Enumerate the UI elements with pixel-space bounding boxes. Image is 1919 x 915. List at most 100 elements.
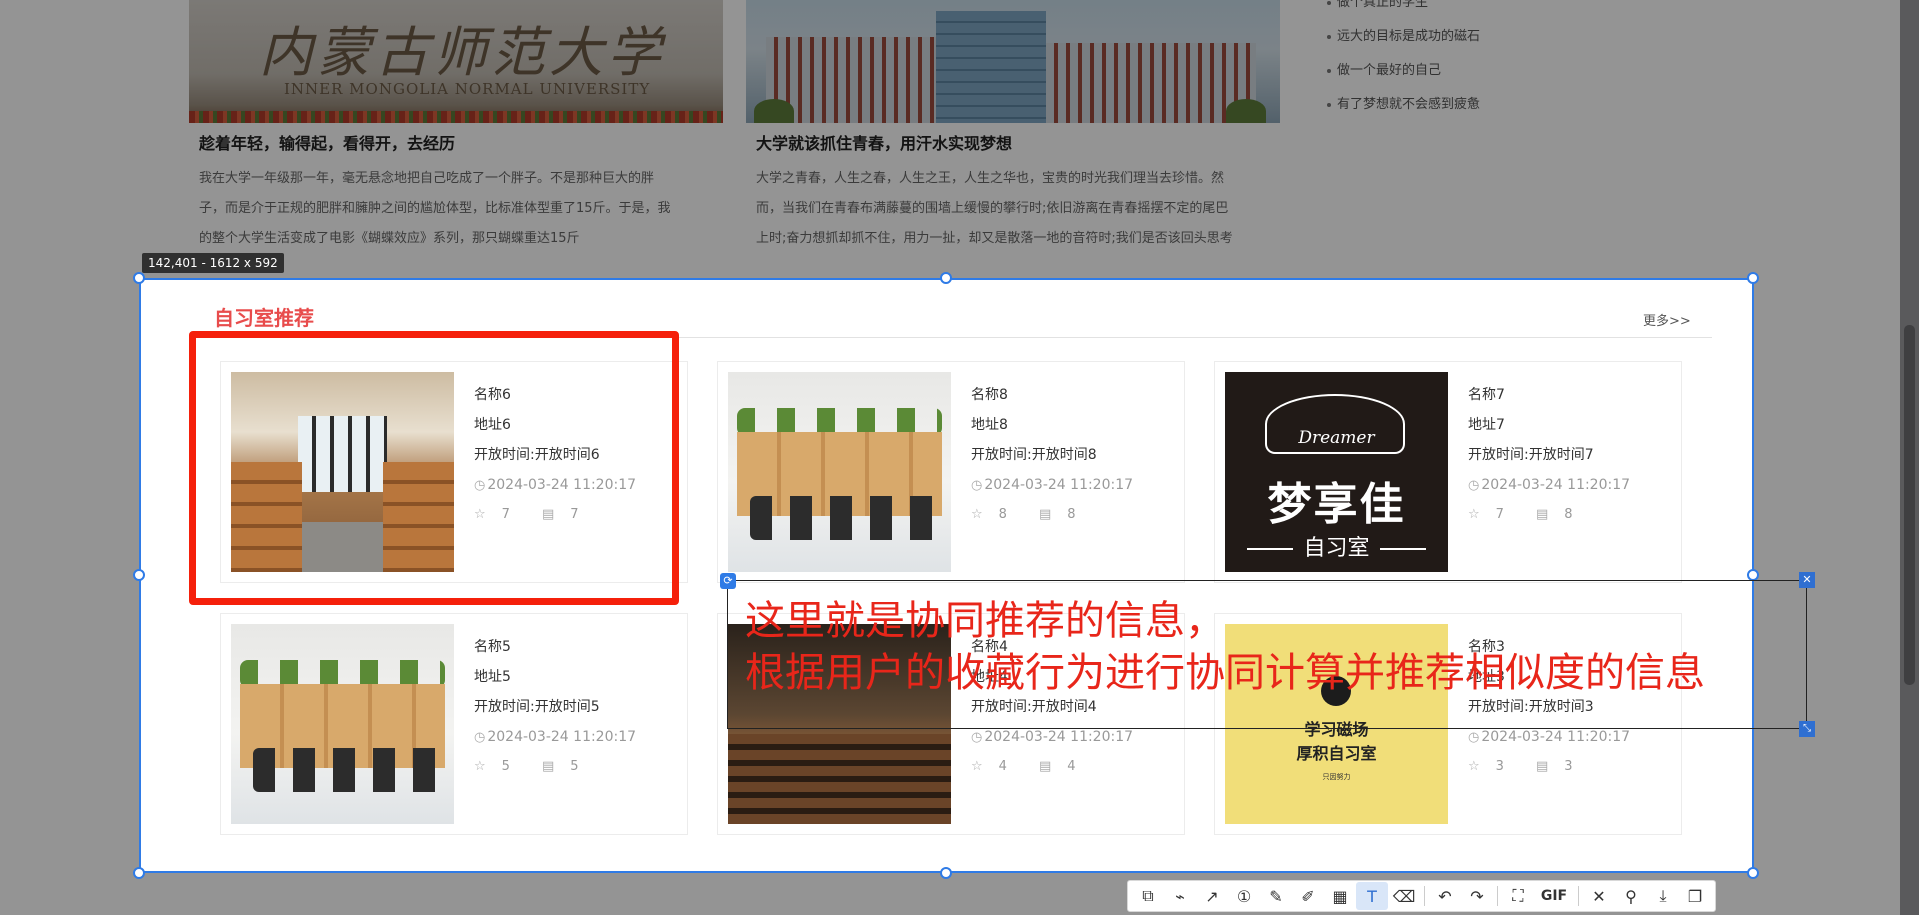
stars-count: 7 [1495,507,1504,522]
scrollbar-thumb[interactable] [1904,325,1915,685]
stars-count: 3 [1495,759,1504,774]
side-list-item[interactable]: 远大的目标是成功的磁石 [1327,20,1480,54]
card-address: 地址5 [474,669,511,685]
resize-handle-top-right[interactable] [1747,272,1759,284]
card-info: 名称5 地址5 开放时间:开放时间5 ◷ 2024-03-24 11:20:17 … [474,632,636,782]
article-line: 我在大学一年级那一年，毫无悬念地把自己吃成了一个胖子。不是那种巨大的胖 [199,171,655,186]
screenshot-page: 内蒙古师范大学 INNER MONGOLIA NORMAL UNIVERSITY… [0,0,1919,915]
card-info: 名称7 地址7 开放时间:开放时间7 ◷ 2024-03-24 11:20:17 … [1468,380,1630,530]
resize-handle-bottom-right[interactable] [1747,867,1759,879]
card-favorites[interactable]: ☆ 8 [971,507,1023,522]
ocr-icon[interactable]: ⛶ [1502,882,1534,910]
article-line: 上时;奋力想抓却抓不住，用力一扯，却又是散落一地的音符时;我们是否该回头思考 [756,231,1233,246]
card-favorites[interactable]: ☆ 3 [1468,759,1520,774]
card-name[interactable]: 名称5 [474,632,636,662]
comment-icon: ▤ [1038,759,1052,774]
resize-icon[interactable]: ⤡ [1799,721,1815,737]
stars-count: 5 [501,759,510,774]
star-icon: ☆ [474,759,486,774]
resize-handle-top-left[interactable] [133,272,145,284]
card-name[interactable]: 名称8 [971,380,1133,410]
red-highlight-rectangle[interactable] [189,331,679,605]
star-icon: ☆ [1468,759,1480,774]
gif-icon[interactable]: GIF [1534,882,1574,910]
toolbar-divider [1497,886,1498,906]
article-line: 的整个大学生活变成了电影《蝴蝶效应》系列，那只蝴蝶重达15斤 [199,231,580,246]
comments-count: 3 [1564,759,1573,774]
mosaic-icon[interactable]: ▦ [1324,882,1356,910]
study-room-card[interactable]: 名称8 地址8 开放时间:开放时间8 ◷ 2024-03-24 11:20:17 … [717,361,1185,583]
clock-icon: ◷ [971,478,983,493]
article-line: 而，当我们在青春布满藤蔓的围墙上缓慢的攀行时;依旧游离在青春摇摆不定的尾巴 [756,201,1229,216]
card-comments[interactable]: ▤ 8 [1039,507,1092,522]
resize-handle-top[interactable] [940,272,952,284]
study-room-card[interactable]: Dreamer 梦享佳 自习室 名称7 地址7 开放时间:开放时间7 ◷ 2024… [1214,361,1682,583]
pencil-icon[interactable]: ✎ [1260,882,1292,910]
arrow-icon[interactable]: ↗ [1196,882,1228,910]
polyline-icon[interactable]: ⌁ [1164,882,1196,910]
card-comments[interactable]: ▤ 8 [1536,507,1589,522]
study-room-card[interactable]: 名称5 地址5 开放时间:开放时间5 ◷ 2024-03-24 11:20:17 … [220,613,688,835]
building-center [936,11,1046,123]
close-icon[interactable]: ✕ [1583,882,1615,910]
side-list-item[interactable]: 做一个最好的自己 [1327,54,1480,88]
number-icon[interactable]: ① [1228,882,1260,910]
eraser-icon[interactable]: ⌫ [1388,882,1420,910]
card-address: 地址8 [971,417,1008,433]
hero-carved-text: 内蒙古师范大学 [259,21,665,84]
comment-icon: ▤ [1038,507,1052,522]
study-room-photo[interactable] [728,372,951,572]
card-favorites[interactable]: ☆ 4 [971,759,1023,774]
comment-icon: ▤ [1535,759,1549,774]
article-title[interactable]: 大学就该抓住青春，用汗水实现梦想 [756,130,1276,154]
stars-count: 4 [998,759,1007,774]
annotation-text[interactable]: 这里就是协同推荐的信息， 根据用户的收藏行为进行协同计算并推荐相似度的信息 [745,595,1705,699]
shape-icon[interactable]: ⧉ [1132,882,1164,910]
article-1[interactable]: 趁着年轻，输得起，看得开，去经历 我在大学一年级那一年，毫无悬念地把自己吃成了一… [199,130,719,254]
tree [1226,99,1266,123]
poster-subtitle: 厚积自习室 [1296,744,1377,763]
card-name[interactable]: 名称7 [1468,380,1630,410]
marker-icon[interactable]: ✐ [1292,882,1324,910]
comments-count: 8 [1067,507,1076,522]
study-room-photo[interactable] [231,624,454,824]
comments-count: 5 [570,759,579,774]
card-comments[interactable]: ▤ 3 [1536,759,1589,774]
card-time-value: 2024-03-24 11:20:17 [1481,729,1631,745]
card-hours: 开放时间:开放时间5 [474,699,600,715]
screenshot-toolbar: ⧉ ⌁ ↗ ① ✎ ✐ ▦ T ⌫ ↶ ↷ ⛶ GIF ✕ ⚲ ⤓ ❐ [1127,880,1716,912]
text-icon[interactable]: T [1356,882,1388,910]
annotation-line-2: 根据用户的收藏行为进行协同计算并推荐相似度的信息 [745,650,1705,696]
card-favorites[interactable]: ☆ 7 [1468,507,1520,522]
resize-handle-left[interactable] [133,569,145,581]
article-2[interactable]: 大学就该抓住青春，用汗水实现梦想 大学之青春，人生之春，人生之王，人生之华也，宝… [756,130,1276,254]
article-title[interactable]: 趁着年轻，输得起，看得开，去经历 [199,130,719,154]
side-list-item[interactable]: 做个真正的学生 [1327,0,1480,20]
resize-handle-bottom[interactable] [940,867,952,879]
side-list-item[interactable]: 有了梦想就不会感到疲惫 [1327,88,1480,122]
card-comments[interactable]: ▤ 5 [542,759,595,774]
card-time-value: 2024-03-24 11:20:17 [984,729,1134,745]
star-icon: ☆ [971,759,983,774]
comments-count: 8 [1564,507,1573,522]
card-comments[interactable]: ▤ 4 [1039,759,1092,774]
poster-caption: 只因努力 [1322,773,1351,781]
card-info: 名称8 地址8 开放时间:开放时间8 ◷ 2024-03-24 11:20:17 … [971,380,1133,530]
copy-icon[interactable]: ❐ [1679,882,1711,910]
selection-size-label: 142,401 - 1612 x 592 [142,253,284,273]
undo-icon[interactable]: ↶ [1429,882,1461,910]
card-hours: 开放时间:开放时间8 [971,447,1097,463]
card-favorites[interactable]: ☆ 5 [474,759,526,774]
article-line: 子，而是介于正规的肥胖和臃肿之间的尴尬体型，比标准体型重了15斤。于是，我 [199,201,671,216]
redo-icon[interactable]: ↷ [1461,882,1493,910]
page-scrollbar[interactable] [1900,0,1919,915]
close-icon[interactable]: ✕ [1799,572,1815,588]
download-icon[interactable]: ⤓ [1647,882,1679,910]
hero-english-text: INNER MONGOLIA NORMAL UNIVERSITY [284,80,651,98]
more-link[interactable]: 更多>> [1643,310,1691,329]
study-room-photo[interactable]: Dreamer 梦享佳 自习室 [1225,372,1448,572]
resize-handle-bottom-left[interactable] [133,867,145,879]
pin-icon[interactable]: ⚲ [1615,882,1647,910]
comment-icon: ▤ [541,759,555,774]
rotate-icon[interactable]: ⟳ [720,573,736,589]
